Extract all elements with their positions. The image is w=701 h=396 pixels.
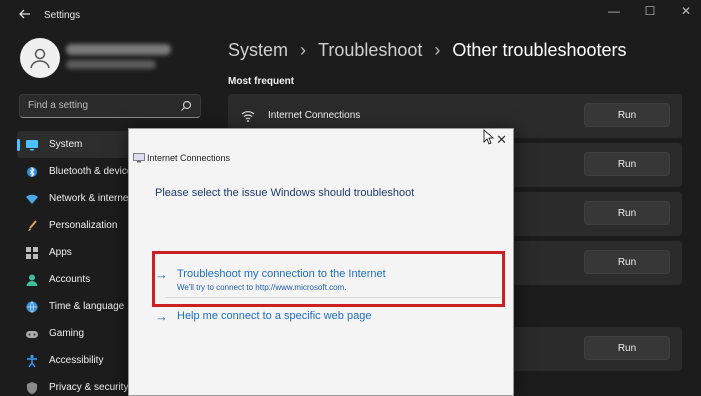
network-troubleshooter-icon [133,153,145,163]
breadcrumb-separator: › [434,40,441,60]
globe-icon [25,300,39,314]
network-icon [25,192,39,206]
sidebar-item-label: System [49,139,83,150]
sidebar-item-accounts[interactable]: Accounts [17,266,129,293]
sidebar-item-time-language[interactable]: Time & language [17,293,129,320]
sidebar-item-apps[interactable]: Apps [17,239,129,266]
run-button[interactable]: Run [584,250,670,274]
sidebar-item-gaming[interactable]: Gaming [17,320,129,347]
brush-icon [25,219,39,233]
sidebar-item-label: Accounts [49,274,91,285]
option-title: Help me connect to a specific web page [177,310,372,322]
window-controls: — ☐ ✕ [607,4,693,18]
mouse-cursor-icon [483,129,495,145]
run-button[interactable]: Run [584,336,670,360]
gamepad-icon [25,327,39,341]
accessibility-icon [25,354,39,368]
search-placeholder: Find a setting [28,100,89,111]
sidebar-item-label: Network & internet [49,193,129,204]
sidebar-nav: System Bluetooth & devices Network & int… [17,131,207,396]
highlight-annotation [152,251,505,307]
run-button[interactable]: Run [584,152,670,176]
sidebar-item-personalization[interactable]: Personalization [17,212,129,239]
monitor-icon [25,138,39,152]
bluetooth-icon [25,165,39,179]
shield-icon [25,381,39,395]
breadcrumb-separator: › [300,40,307,60]
dialog-header: ✕ [129,129,513,151]
sidebar-item-label: Bluetooth & devices [49,166,129,177]
dialog-question: Please select the issue Windows should t… [155,187,415,199]
sidebar-item-label: Gaming [49,328,85,339]
sidebar-item-label: Accessibility [49,355,104,366]
sidebar-item-label: Personalization [49,220,118,231]
card-label: Internet Connections [268,110,361,121]
person-icon [25,273,39,287]
breadcrumb-system[interactable]: System [228,40,288,61]
sidebar-item-privacy[interactable]: Privacy & security [17,374,129,396]
apps-icon [25,246,39,260]
back-arrow-icon[interactable] [18,7,34,23]
run-button[interactable]: Run [584,103,670,127]
breadcrumb-troubleshoot[interactable]: Troubleshoot [318,40,422,61]
section-heading: Most frequent [228,76,295,87]
close-window-button[interactable]: ✕ [679,4,693,18]
search-input[interactable]: Find a setting [19,94,201,118]
search-icon [181,100,192,111]
sidebar-item-bluetooth[interactable]: Bluetooth & devices [17,158,129,185]
minimize-button[interactable]: — [607,4,621,18]
arrow-right-icon: → [155,309,168,324]
dialog-title: Internet Connections [147,153,231,163]
sidebar-item-network[interactable]: Network & internet [17,185,129,212]
user-name-redacted [66,44,171,55]
user-icon [30,48,50,69]
user-email-redacted [66,60,156,69]
maximize-button[interactable]: ☐ [643,4,657,18]
avatar[interactable] [20,38,60,78]
run-button[interactable]: Run [584,201,670,225]
dialog-close-button[interactable]: ✕ [496,132,507,148]
wifi-icon [241,111,255,122]
title-bar: Settings — ☐ ✕ [0,0,701,32]
app-title: Settings [44,10,81,21]
sidebar-item-accessibility[interactable]: Accessibility [17,347,129,374]
sidebar-item-label: Privacy & security [49,382,129,393]
breadcrumb: System › Troubleshoot › Other troublesho… [228,40,627,61]
sidebar-item-label: Time & language [49,301,125,312]
page-title: Other troubleshooters [452,40,627,60]
sidebar-item-label: Apps [49,247,72,258]
